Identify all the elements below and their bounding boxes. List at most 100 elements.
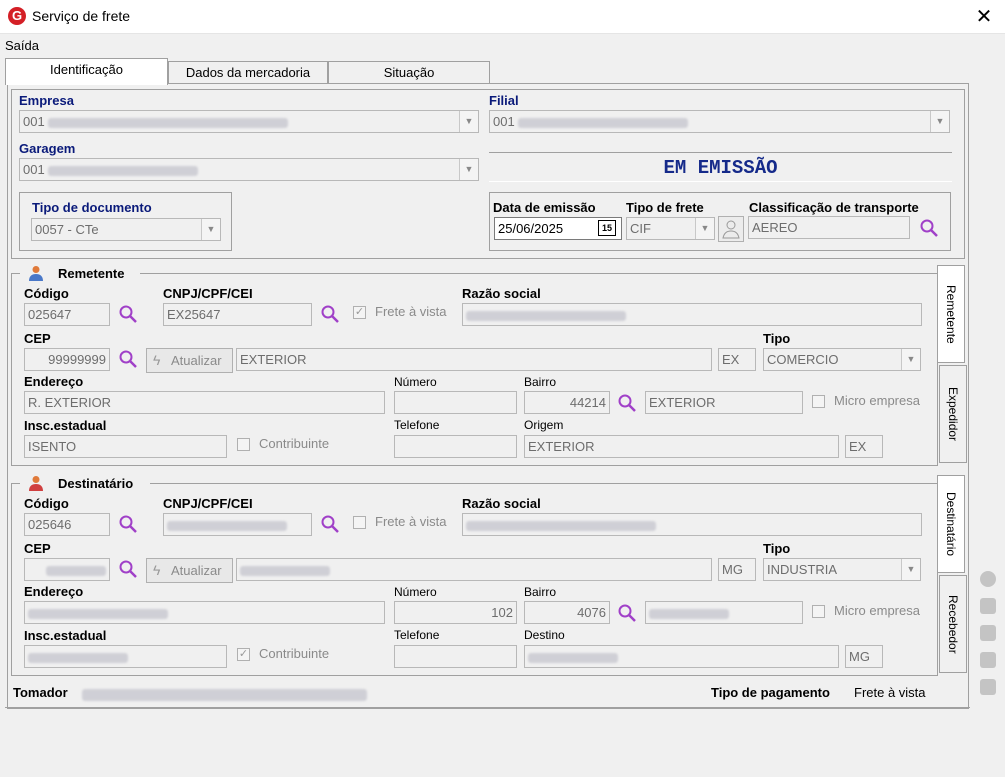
micro-empresa-checkbox[interactable]	[812, 395, 825, 408]
cep-input[interactable]: 99999999	[24, 348, 110, 371]
truck-icon[interactable]	[980, 652, 996, 668]
bairro-input[interactable]	[645, 601, 803, 624]
garagem-combo[interactable]: 001 ▼	[19, 158, 479, 181]
telefone-input[interactable]	[394, 645, 517, 668]
cep-input[interactable]	[24, 558, 110, 581]
filial-combo[interactable]: 001 ▼	[489, 110, 950, 133]
bairro-code-input[interactable]: 4076	[524, 601, 610, 624]
codigo-input[interactable]: 025647	[24, 303, 110, 326]
cidade-input[interactable]	[236, 558, 712, 581]
razao-input[interactable]	[462, 513, 922, 536]
micro-empresa-checkbox[interactable]	[812, 605, 825, 618]
numero-input[interactable]: 102	[394, 601, 517, 624]
side-tab-expedidor[interactable]: Expedidor	[939, 365, 967, 463]
uf-input[interactable]: MG	[718, 558, 756, 581]
garagem-label: Garagem	[19, 141, 76, 156]
telefone-input[interactable]	[394, 435, 517, 458]
bairro-label: Bairro	[524, 585, 557, 599]
filial-label: Filial	[489, 93, 519, 108]
destino-input[interactable]	[524, 645, 839, 668]
tipo-label: Tipo	[763, 331, 791, 346]
micro-empresa-label: Micro empresa	[834, 393, 920, 408]
empresa-label: Empresa	[19, 93, 74, 108]
endereco-label: Endereço	[24, 374, 84, 389]
bairro-code-input[interactable]: 44214	[524, 391, 610, 414]
classificacao-input[interactable]: AEREO	[748, 216, 910, 239]
razao-label: Razão social	[462, 496, 541, 511]
title-bar	[0, 0, 1005, 34]
person-icon[interactable]	[718, 216, 744, 242]
tipo-pagamento-value: Frete à vista	[854, 685, 926, 700]
dropdown-arrow-icon[interactable]: ▼	[930, 111, 949, 132]
lightning-icon: ϟ	[153, 352, 161, 368]
search-icon[interactable]	[919, 218, 939, 238]
frete-vista-label: Frete à vista	[375, 304, 447, 319]
record-icon[interactable]	[980, 571, 996, 587]
tab-situacao[interactable]: Situação	[328, 61, 490, 85]
person-icon	[27, 474, 45, 495]
codigo-input[interactable]: 025646	[24, 513, 110, 536]
hand-left-icon[interactable]	[980, 625, 996, 641]
dropdown-arrow-icon[interactable]: ▼	[695, 218, 714, 239]
dropdown-arrow-icon[interactable]: ▼	[459, 111, 478, 132]
person-icon	[27, 264, 45, 285]
search-icon[interactable]	[617, 393, 637, 413]
window-title: Serviço de frete	[32, 8, 131, 24]
cidade-input[interactable]: EXTERIOR	[236, 348, 712, 371]
dropdown-arrow-icon[interactable]: ▼	[201, 219, 220, 240]
search-icon[interactable]	[118, 559, 138, 579]
razao-label: Razão social	[462, 286, 541, 301]
cnpj-input[interactable]: EX25647	[163, 303, 312, 326]
search-icon[interactable]	[118, 349, 138, 369]
tipo-combo[interactable]: COMERCIO ▼	[763, 348, 921, 371]
menu-saida[interactable]: Saída	[5, 38, 39, 53]
frete-vista-checkbox[interactable]: ✓	[353, 306, 366, 319]
origem-uf-input[interactable]: EX	[845, 435, 883, 458]
tab-identificacao[interactable]: Identificação	[5, 58, 168, 85]
numero-input[interactable]	[394, 391, 517, 414]
cep-label: CEP	[24, 541, 51, 556]
codigo-label: Código	[24, 286, 69, 301]
search-icon[interactable]	[320, 304, 340, 324]
cnpj-label: CNPJ/CPF/CEI	[163, 286, 253, 301]
origem-input[interactable]: EXTERIOR	[524, 435, 839, 458]
dropdown-arrow-icon[interactable]: ▼	[459, 159, 478, 180]
contribuinte-checkbox[interactable]: ✓	[237, 648, 250, 661]
search-icon[interactable]	[118, 304, 138, 324]
tipo-documento-combo[interactable]: 0057 - CTe ▼	[31, 218, 221, 241]
tab-dados-mercadoria[interactable]: Dados da mercadoria	[168, 61, 328, 85]
uf-input[interactable]: EX	[718, 348, 756, 371]
remetente-title: Remetente	[58, 266, 125, 281]
side-tab-destinatario[interactable]: Destinatário	[937, 475, 965, 573]
bairro-input[interactable]: EXTERIOR	[645, 391, 803, 414]
numero-label: Número	[394, 585, 437, 599]
destino-uf-input[interactable]: MG	[845, 645, 883, 668]
tomador-value	[82, 686, 367, 701]
lightning-icon: ϟ	[153, 562, 161, 578]
search-icon[interactable]	[617, 603, 637, 623]
close-icon[interactable]: ✕	[972, 4, 996, 29]
dropdown-arrow-icon[interactable]: ▼	[901, 349, 920, 370]
endereco-input[interactable]: R. EXTERIOR	[24, 391, 385, 414]
tipo-frete-combo[interactable]: CIF ▼	[626, 217, 715, 240]
tipo-combo[interactable]: INDUSTRIA ▼	[763, 558, 921, 581]
cep-label: CEP	[24, 331, 51, 346]
status-banner: EM EMISSÃO	[489, 152, 952, 182]
data-emissao-label: Data de emissão	[493, 200, 596, 215]
edit-icon[interactable]	[980, 679, 996, 695]
search-icon[interactable]	[320, 514, 340, 534]
insc-estadual-input[interactable]: ISENTO	[24, 435, 227, 458]
side-tab-remetente[interactable]: Remetente	[937, 265, 965, 363]
hand-right-icon[interactable]	[980, 598, 996, 614]
empresa-combo[interactable]: 001 ▼	[19, 110, 479, 133]
search-icon[interactable]	[118, 514, 138, 534]
dropdown-arrow-icon[interactable]: ▼	[901, 559, 920, 580]
insc-estadual-input[interactable]	[24, 645, 227, 668]
calendar-icon[interactable]: 15	[598, 220, 616, 236]
contribuinte-checkbox[interactable]	[237, 438, 250, 451]
cnpj-input[interactable]	[163, 513, 312, 536]
razao-input[interactable]	[462, 303, 922, 326]
side-tab-recebedor[interactable]: Recebedor	[939, 575, 967, 673]
endereco-input[interactable]	[24, 601, 385, 624]
frete-vista-checkbox[interactable]	[353, 516, 366, 529]
